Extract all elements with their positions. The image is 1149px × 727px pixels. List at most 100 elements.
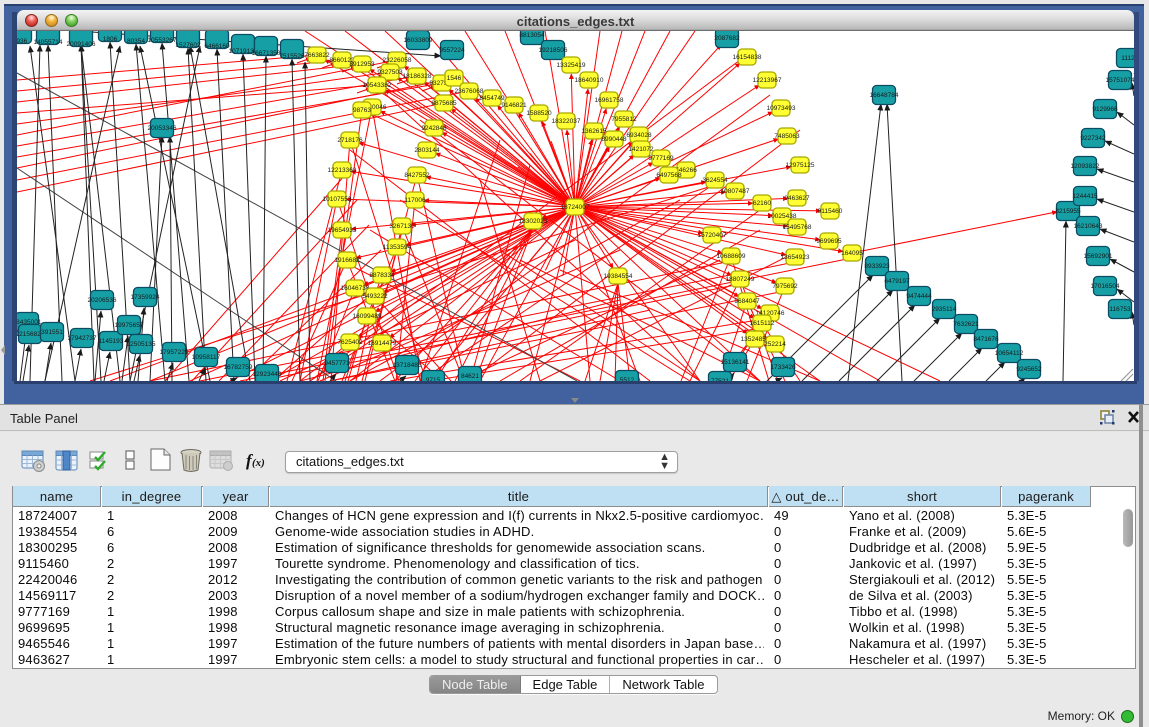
svg-text:116753: 116753 [1109,306,1131,313]
svg-text:9715: 9715 [426,377,441,381]
svg-text:9242848: 9242848 [421,125,447,132]
svg-text:1588520: 1588520 [526,110,552,117]
svg-text:15751074: 15751074 [1106,77,1134,84]
svg-text:8933923: 8933923 [864,263,890,270]
svg-text:9684047: 9684047 [734,298,760,305]
svg-text:80354: 80354 [127,38,145,45]
svg-text:13718485: 13718485 [393,362,422,369]
svg-text:16210643: 16210643 [1074,223,1103,230]
svg-text:98763: 98763 [353,107,371,114]
svg-text:19654933: 19654933 [328,227,357,234]
svg-text:11353594: 11353594 [383,244,412,251]
svg-text:12213967: 12213967 [753,77,782,84]
svg-text:18640910: 18640910 [575,77,604,84]
svg-text:14055714: 14055714 [34,39,63,46]
svg-text:9557224: 9557224 [439,47,465,54]
svg-text:19975657: 19975657 [115,322,144,329]
svg-text:12213363: 12213363 [328,167,357,174]
svg-text:23226058: 23226058 [383,57,412,64]
svg-text:2087682: 2087682 [714,35,740,42]
svg-text:16033809: 16033809 [404,37,433,44]
svg-text:3267130: 3267130 [389,223,415,230]
svg-text:9115460: 9115460 [818,208,843,215]
svg-text:12093822: 12093822 [1071,163,1100,170]
svg-text:16961758: 16961758 [595,97,624,104]
svg-text:6466160: 6466160 [204,43,230,50]
svg-text:5493222: 5493222 [362,293,388,300]
svg-text:18186328: 18186328 [403,73,432,80]
svg-text:16046738: 16046738 [341,285,370,292]
svg-text:6934028: 6934028 [626,132,652,139]
svg-text:5512: 5512 [620,377,635,381]
svg-text:12505135: 12505135 [127,341,156,348]
svg-text:8215955: 8215955 [1055,208,1081,215]
svg-text:10553267: 10553267 [148,37,177,44]
svg-text:62160: 62160 [753,200,771,207]
svg-text:16671358: 16671358 [252,50,281,57]
svg-text:19218506: 19218506 [539,47,568,54]
svg-text:1733426: 1733426 [770,364,796,371]
svg-text:(x): (x) [252,457,265,469]
svg-text:15692901: 15692901 [1084,253,1113,260]
svg-text:10973493: 10973493 [767,105,796,112]
svg-text:84621: 84621 [461,373,479,380]
svg-text:1806: 1806 [103,36,118,43]
svg-text:9457771: 9457771 [324,360,350,367]
svg-text:2718176: 2718176 [337,137,363,144]
svg-text:20091406: 20091406 [67,41,96,48]
svg-text:20053346: 20053346 [148,125,177,132]
svg-text:7955812: 7955812 [611,116,637,123]
svg-text:9474444: 9474444 [906,293,932,300]
svg-text:9699695: 9699695 [816,238,842,245]
svg-text:6497568: 6497568 [656,172,682,179]
svg-text:1112: 1112 [1121,55,1134,62]
svg-text:117006: 117006 [404,197,426,204]
svg-text:12923446: 12923446 [253,371,282,378]
svg-text:2803144: 2803144 [414,147,440,154]
svg-text:13654923: 13654923 [781,254,810,261]
svg-text:7625402: 7625402 [337,339,363,346]
svg-text:7515526: 7515526 [279,53,305,60]
svg-text:9245652: 9245652 [1016,366,1042,373]
svg-text:3624554: 3624554 [702,177,728,184]
svg-text:18807249: 18807249 [726,276,755,283]
svg-text:18322037: 18322037 [552,118,581,125]
svg-text:9777169: 9777169 [648,155,674,162]
svg-text:16648784: 16648784 [870,92,899,99]
svg-text:10688609: 10688609 [717,253,746,260]
svg-text:17942737: 17942737 [68,335,97,342]
svg-text:16782759: 16782759 [224,364,253,371]
svg-text:8427552: 8427552 [404,172,430,179]
svg-text:9936: 9936 [17,38,28,45]
svg-text:1527602: 1527602 [175,42,201,49]
svg-text:18724007: 18724007 [561,204,590,211]
svg-text:16914479: 16914479 [368,340,397,347]
svg-text:1615112: 1615112 [750,320,775,327]
svg-text:17957225: 17957225 [160,349,189,356]
svg-text:19384554: 19384554 [604,273,633,280]
svg-text:10807487: 10807487 [721,188,750,195]
svg-text:8471676: 8471676 [973,336,999,343]
svg-text:1916682: 1916682 [334,257,360,264]
svg-text:9227342: 9227342 [1080,135,1106,142]
svg-text:7663822: 7663822 [304,52,330,59]
svg-text:10958117: 10958117 [192,354,221,361]
svg-text:1362615: 1362615 [581,128,607,135]
svg-text:9327503: 9327503 [377,69,403,76]
svg-text:10654112: 10654112 [995,350,1024,357]
svg-text:8454749: 8454749 [479,95,505,102]
svg-text:10107553: 10107553 [323,196,352,203]
svg-text:8875685: 8875685 [431,100,457,107]
svg-text:7632621: 7632621 [953,321,979,328]
svg-text:18302023: 18302023 [519,218,548,225]
svg-text:20206536: 20206536 [88,297,117,304]
svg-text:12975125: 12975125 [786,162,815,169]
svg-text:7485063: 7485063 [774,133,800,140]
svg-text:77521: 77521 [711,378,729,381]
svg-text:9463627: 9463627 [784,195,810,202]
svg-text:8813054: 8813054 [519,32,545,39]
svg-text:9129966: 9129966 [1092,106,1118,113]
svg-text:6479197: 6479197 [884,278,910,285]
svg-text:9146821: 9146821 [501,102,527,109]
svg-text:16154838: 16154838 [733,54,762,61]
